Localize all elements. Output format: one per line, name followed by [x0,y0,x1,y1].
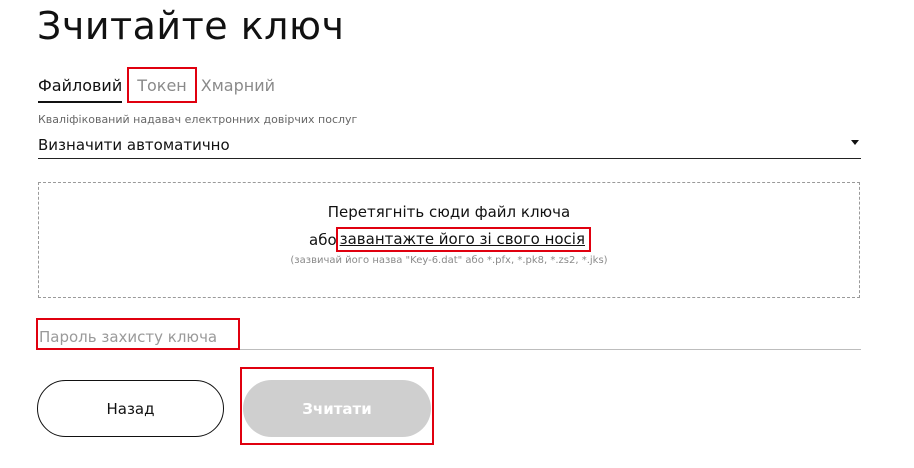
tab-token[interactable]: Токен [127,67,197,103]
dropzone-hint: (зазвичай його назва "Key-6.dat" або *.p… [290,255,608,266]
dropdown-arrow-icon [851,139,859,145]
key-password-input[interactable] [36,318,240,350]
dropzone-or-text: або [309,230,337,249]
password-field-wrapper [36,318,861,350]
provider-label: Кваліфікований надавач електронних довір… [38,113,358,126]
tab-file[interactable]: Файловий [38,76,123,103]
back-button[interactable]: Назад [37,380,224,437]
key-type-tabs: Файловий Токен Хмарний [38,67,285,103]
provider-select[interactable]: Визначити автоматично [38,132,861,159]
read-key-button[interactable]: Зчитати [243,380,431,437]
dropzone-instruction: Перетягніть сюди файл ключа [327,203,571,221]
provider-select-value: Визначити автоматично [38,136,230,154]
dropzone-upload-row: або завантажте його зі свого носія [39,227,859,252]
key-file-dropzone[interactable]: Перетягніть сюди файл ключа або завантаж… [38,182,860,298]
read-key-page: Зчитайте ключ Файловий Токен Хмарний Ква… [0,0,914,468]
page-title: Зчитайте ключ [37,4,345,48]
upload-from-device-link[interactable]: завантажте його зі свого носія [335,227,592,252]
tab-cloud[interactable]: Хмарний [201,76,275,101]
